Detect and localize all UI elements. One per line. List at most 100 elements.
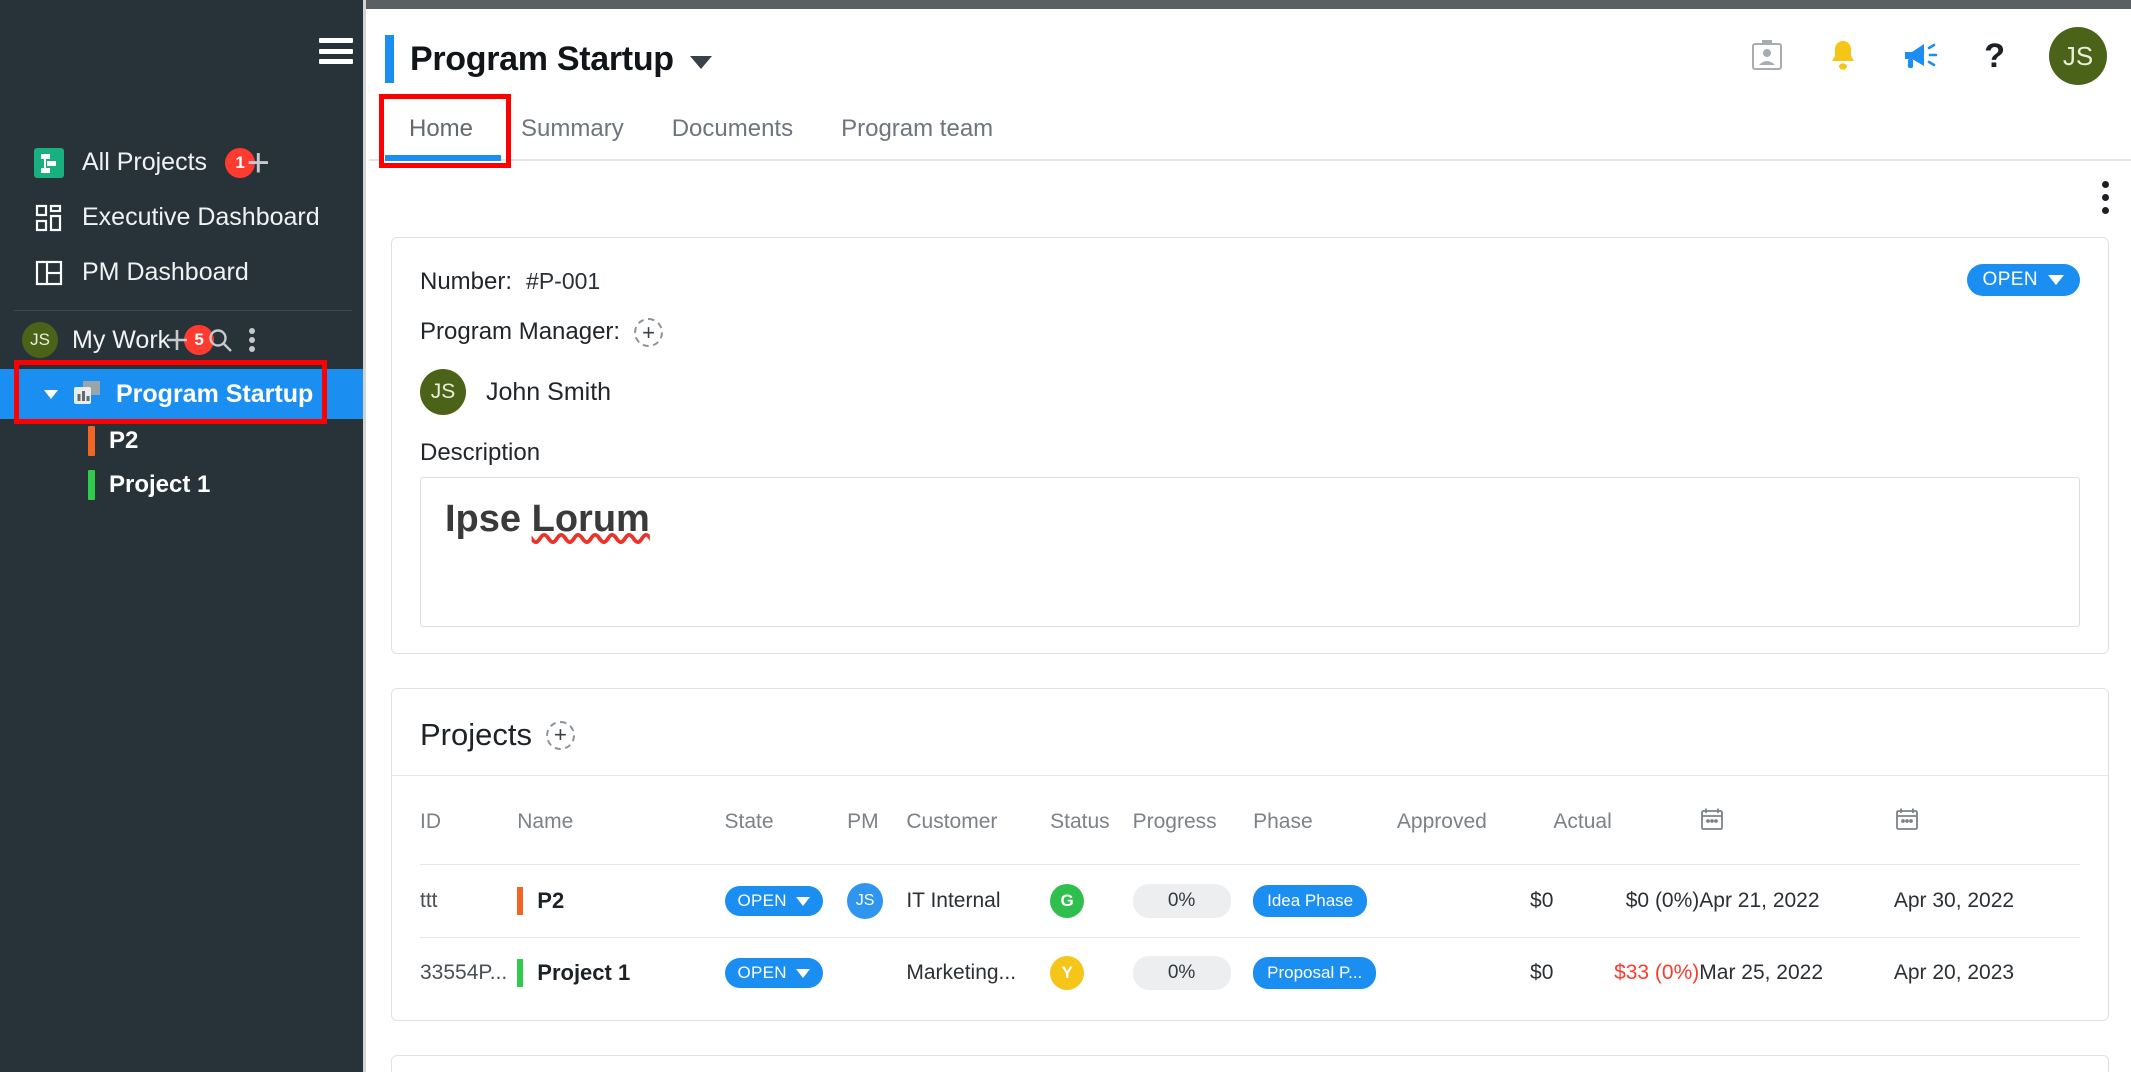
bell-icon[interactable] — [1828, 39, 1858, 73]
column-header-end-date[interactable] — [1894, 776, 2080, 865]
column-header-state[interactable]: State — [725, 776, 848, 865]
sidebar-item-executive-dashboard[interactable]: Executive Dashboard — [0, 190, 366, 245]
cell-start-date: Apr 21, 2022 — [1699, 889, 1820, 912]
sidebar-item-pm-dashboard[interactable]: PM Dashboard — [0, 245, 366, 300]
program-manager-name: John Smith — [486, 377, 612, 406]
sidebar-top-gutter — [0, 0, 246, 9]
project-color-bar — [517, 887, 524, 915]
add-project-icon[interactable]: + — [247, 143, 270, 183]
column-header-phase[interactable]: Phase — [1253, 776, 1397, 865]
sidebar-tree-item-project-1[interactable]: Project 1 — [0, 463, 366, 507]
table-row[interactable]: 33554P... Project 1 OPEN Marketing... Y … — [420, 937, 2080, 1008]
cell-actual: $0 (0%) — [1625, 889, 1700, 912]
kebab-dot — [2102, 207, 2109, 214]
executive-dashboard-icon — [34, 203, 64, 233]
more-vertical-icon[interactable] — [248, 326, 256, 354]
sidebar-tree-item-program-startup[interactable]: Program Startup — [0, 360, 366, 424]
hamburger-line — [319, 48, 353, 54]
sidebar-item-my-work[interactable]: JS My Work 5 — [0, 311, 366, 369]
sidebar-tree-item-p2[interactable]: P2 — [0, 419, 366, 463]
tab-summary[interactable]: Summary — [497, 115, 648, 161]
column-header-id[interactable]: ID — [420, 776, 517, 865]
state-label: OPEN — [737, 891, 787, 910]
state-dropdown[interactable]: OPEN — [724, 958, 823, 988]
projects-table-head: ID Name State PM Customer Status Progres… — [420, 776, 2080, 865]
sidebar-edge — [363, 0, 366, 1072]
add-person-icon[interactable]: + — [634, 318, 664, 347]
cell-customer: Marketing... — [906, 961, 1017, 984]
header-icons: ? JS — [1750, 27, 2107, 85]
all-projects-icon — [34, 147, 64, 178]
megaphone-icon[interactable] — [1902, 41, 1940, 71]
cell-name-text: P2 — [537, 888, 565, 913]
progress-indicator: 0% — [1132, 884, 1231, 918]
column-header-progress[interactable]: Progress — [1133, 776, 1254, 865]
description-text-misspelled: Lorum — [531, 498, 650, 540]
phase-badge[interactable]: Proposal P... — [1253, 957, 1377, 989]
status-badge[interactable]: OPEN — [1966, 264, 2080, 296]
sidebar-item-all-projects[interactable]: All Projects 1 + — [0, 135, 366, 190]
my-work-label: My Work — [72, 325, 171, 354]
sidebar: All Projects 1 + Executive Dashboard PM … — [0, 0, 366, 1072]
page-header: Program Startup ? JS — [369, 9, 2131, 104]
avatar[interactable]: JS — [2049, 27, 2107, 85]
program-manager-person[interactable]: JS John Smith — [420, 369, 2080, 415]
chevron-down-icon[interactable] — [689, 55, 712, 69]
table-row[interactable]: ttt P2 OPEN JS IT Internal G 0% Idea Pha… — [420, 864, 2080, 938]
sidebar-tree-label: P2 — [109, 427, 139, 454]
projects-table: ID Name State PM Customer Status Progres… — [420, 776, 2080, 1008]
add-icon[interactable] — [162, 325, 192, 355]
project-color-bar — [517, 959, 524, 987]
number-label: Number: — [420, 268, 513, 295]
hamburger-line — [319, 38, 353, 43]
avatar: JS — [420, 369, 466, 415]
description-input[interactable]: Ipse Lorum — [420, 477, 2080, 627]
column-header-pm[interactable]: PM — [847, 776, 906, 865]
cell-end-date: Apr 30, 2022 — [1893, 889, 2015, 912]
help-icon[interactable]: ? — [1984, 39, 2005, 73]
more-vertical-icon[interactable] — [2102, 181, 2109, 214]
progress-indicator: 0% — [1132, 956, 1231, 990]
phase-badge[interactable]: Idea Phase — [1253, 885, 1368, 917]
column-header-name[interactable]: Name — [517, 776, 724, 865]
cell-id: 33554P... — [420, 961, 508, 984]
sidebar-nav: All Projects 1 + Executive Dashboard PM … — [0, 135, 366, 507]
contact-card-icon[interactable] — [1750, 39, 1784, 73]
column-header-actual[interactable]: Actual — [1553, 776, 1699, 865]
column-header-status[interactable]: Status — [1050, 776, 1132, 865]
projects-header: Projects + — [420, 717, 2080, 775]
number-value: #P-001 — [526, 268, 601, 294]
cell-start-date: Mar 25, 2022 — [1699, 961, 1824, 984]
column-header-approved[interactable]: Approved — [1397, 776, 1553, 865]
table-header-row: ID Name State PM Customer Status Progres… — [420, 776, 2080, 865]
tab-bar: Home Summary Documents Program team — [369, 94, 2131, 168]
chevron-down-icon — [2048, 275, 2064, 285]
cell-end-date: Apr 20, 2023 — [1893, 961, 2015, 984]
hamburger-menu-icon[interactable] — [319, 38, 353, 64]
cell-name: Project 1 — [517, 959, 724, 987]
projects-table-body: ttt P2 OPEN JS IT Internal G 0% Idea Pha… — [420, 864, 2080, 1008]
program-manager-field: Program Manager: + — [420, 318, 2080, 347]
search-icon[interactable] — [206, 326, 234, 354]
kebab-dot — [2102, 194, 2109, 201]
column-header-customer[interactable]: Customer — [906, 776, 1050, 865]
column-header-start-date[interactable] — [1699, 776, 1894, 865]
pm-avatar: JS — [847, 883, 884, 919]
cell-customer: IT Internal — [906, 889, 1001, 912]
projects-card: Projects + ID Name State PM Customer Sta… — [391, 688, 2109, 1021]
main-content: Program Startup ? JS Home Summary Docume… — [369, 9, 2131, 1072]
state-dropdown[interactable]: OPEN — [724, 886, 823, 916]
projects-title: Projects — [420, 717, 532, 752]
tab-documents[interactable]: Documents — [648, 115, 817, 161]
add-project-icon[interactable]: + — [545, 720, 575, 750]
tab-program-team[interactable]: Program team — [817, 115, 1017, 161]
content-toolbar — [369, 161, 2131, 237]
title-accent-bar — [385, 35, 394, 83]
sidebar-item-label: All Projects — [82, 148, 208, 176]
kebab-dot — [2102, 181, 2109, 188]
cell-approved: $0 — [1530, 889, 1554, 912]
calendar-icon — [1894, 808, 1920, 837]
chevron-down-icon[interactable] — [44, 389, 58, 399]
cell-name: P2 — [517, 887, 724, 915]
page-title: Program Startup — [410, 39, 674, 78]
